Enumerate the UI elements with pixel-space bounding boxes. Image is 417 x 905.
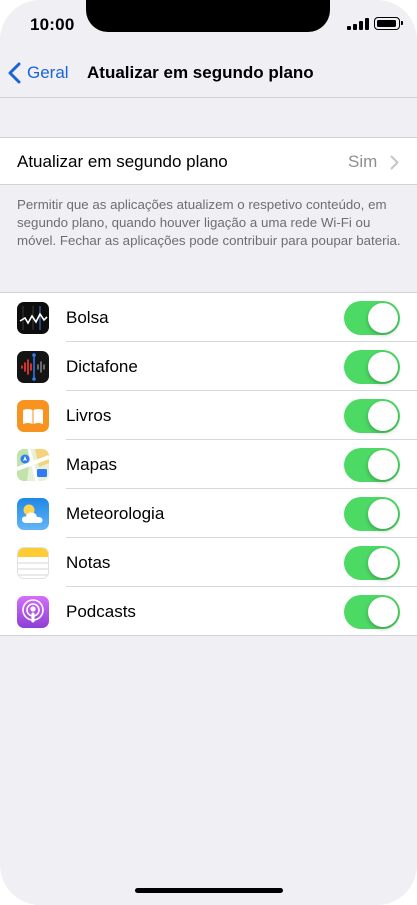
- books-icon: [17, 400, 49, 432]
- podcasts-icon: [17, 596, 49, 628]
- toggle-knob: [368, 352, 398, 382]
- maps-icon: [17, 449, 49, 481]
- navigation-bar: Geral Atualizar em segundo plano: [0, 48, 417, 98]
- toggle-mapas[interactable]: [344, 448, 400, 482]
- status-bar: 10:00: [0, 0, 417, 48]
- toggle-livros[interactable]: [344, 399, 400, 433]
- notes-icon: [17, 547, 49, 579]
- background-refresh-description: Permitir que as aplicações atualizem o r…: [17, 197, 401, 248]
- app-label: Bolsa: [66, 308, 109, 327]
- list-item-notas: Notas: [0, 538, 417, 587]
- toggle-knob: [368, 597, 398, 627]
- phone-screen: 10:00 Geral Atualizar em segundo plano A…: [0, 0, 417, 905]
- back-label: Geral: [27, 63, 69, 82]
- chevron-left-icon: [8, 62, 21, 84]
- toggle-meteorologia[interactable]: [344, 497, 400, 531]
- list-item-bolsa: Bolsa: [0, 293, 417, 342]
- background-refresh-value: Sim: [348, 152, 378, 171]
- app-label: Notas: [66, 553, 111, 572]
- weather-icon: [17, 498, 49, 530]
- toggle-bolsa[interactable]: [344, 301, 400, 335]
- list-item-meteorologia: Meteorologia: [0, 489, 417, 538]
- battery-icon: [374, 17, 403, 30]
- list-item-mapas: Mapas: [0, 440, 417, 489]
- list-item-dictafone: Dictafone: [0, 342, 417, 391]
- list-item-livros: Livros: [0, 391, 417, 440]
- notch: [86, 0, 330, 32]
- signal-bars-icon: [347, 18, 369, 30]
- app-label: Podcasts: [66, 602, 136, 621]
- back-button[interactable]: Geral: [8, 60, 69, 86]
- home-indicator[interactable]: [135, 888, 283, 893]
- toggle-knob: [368, 303, 398, 333]
- voice-memos-icon: [17, 351, 49, 383]
- chevron-right-icon: [390, 155, 399, 170]
- list-item-podcasts: Podcasts: [0, 587, 417, 636]
- toggle-knob: [368, 499, 398, 529]
- toggle-notas[interactable]: [344, 546, 400, 580]
- toggle-podcasts[interactable]: [344, 595, 400, 629]
- toggle-dictafone[interactable]: [344, 350, 400, 384]
- app-label: Mapas: [66, 455, 118, 474]
- app-list: Bolsa Dictafone Livros Mapas Meteorologi…: [0, 292, 417, 636]
- toggle-knob: [368, 450, 398, 480]
- toggle-knob: [368, 548, 398, 578]
- status-time: 10:00: [30, 15, 75, 34]
- toggle-knob: [368, 401, 398, 431]
- app-label: Meteorologia: [66, 504, 165, 523]
- app-label: Dictafone: [66, 357, 138, 376]
- background-refresh-row[interactable]: Atualizar em segundo plano Sim: [0, 137, 417, 185]
- app-label: Livros: [66, 406, 112, 425]
- page-title: Atualizar em segundo plano: [87, 63, 314, 82]
- background-refresh-label: Atualizar em segundo plano: [17, 152, 228, 171]
- stocks-icon: [17, 302, 49, 334]
